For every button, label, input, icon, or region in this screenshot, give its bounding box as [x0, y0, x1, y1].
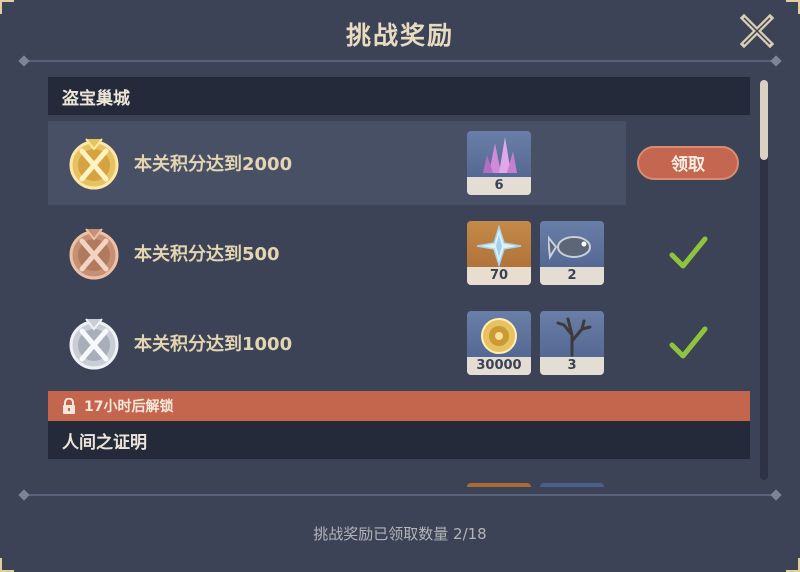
coral-branch-icon [556, 317, 592, 357]
reward-row: 本关积分达到1000 30000 3 [48, 301, 750, 385]
corner-decoration [786, 0, 800, 14]
reward-item[interactable]: 3 [540, 311, 604, 375]
reward-item[interactable]: 6 [467, 131, 531, 195]
unlock-timer-label: 17小时后解锁 [84, 399, 174, 415]
reward-row [48, 465, 750, 487]
lock-icon [63, 398, 75, 414]
row-label: 本关积分达到1000 [134, 334, 293, 355]
reward-item[interactable]: 2 [540, 221, 604, 285]
corner-decoration [0, 0, 14, 14]
scrollbar-thumb[interactable] [760, 80, 768, 160]
reward-item[interactable]: 70 [467, 221, 531, 285]
claim-button[interactable]: 领取 [637, 146, 739, 180]
reward-qty: 6 [467, 177, 531, 195]
section-header: 人间之证明 [48, 421, 750, 459]
crystal-ore-icon [483, 137, 517, 173]
close-icon[interactable] [740, 14, 774, 48]
reward-qty: 30000 [467, 357, 531, 375]
silver-medal-icon [69, 318, 119, 370]
reward-qty: 3 [540, 357, 604, 375]
bronze-medal-icon [69, 228, 119, 280]
reward-row: 本关积分达到2000 6 领取 [48, 121, 750, 205]
fish-icon [548, 235, 591, 261]
primogem-icon [476, 225, 522, 267]
reward-item[interactable] [540, 483, 604, 487]
corner-decoration [0, 558, 14, 572]
section-header: 盗宝巢城 [48, 77, 750, 115]
claimed-count: 挑战奖励已领取数量 2/18 [313, 525, 487, 543]
reward-qty: 2 [540, 267, 604, 285]
footer-divider [24, 494, 776, 496]
title-divider [24, 60, 776, 62]
window-title: 挑战奖励 [345, 21, 454, 50]
row-label: 本关积分达到2000 [134, 154, 293, 175]
reward-item[interactable] [467, 483, 531, 487]
unlock-timer-bar: 17小时后解锁 [48, 391, 750, 421]
reward-row: 本关积分达到500 70 2 [48, 211, 750, 295]
reward-qty: 70 [467, 267, 531, 285]
gold-medal-icon [69, 138, 119, 190]
scrollbar[interactable] [760, 80, 768, 480]
row-label: 本关积分达到500 [134, 244, 280, 265]
reward-list[interactable]: 盗宝巢城 本关积分达到2000 6 领取 本关积分达到500 70 2 本关积分… [48, 77, 750, 487]
claimed-check-icon [669, 236, 708, 269]
reward-item[interactable]: 30000 [467, 311, 531, 375]
corner-decoration [786, 558, 800, 572]
claimed-check-icon [669, 326, 708, 359]
mora-icon [481, 318, 517, 354]
